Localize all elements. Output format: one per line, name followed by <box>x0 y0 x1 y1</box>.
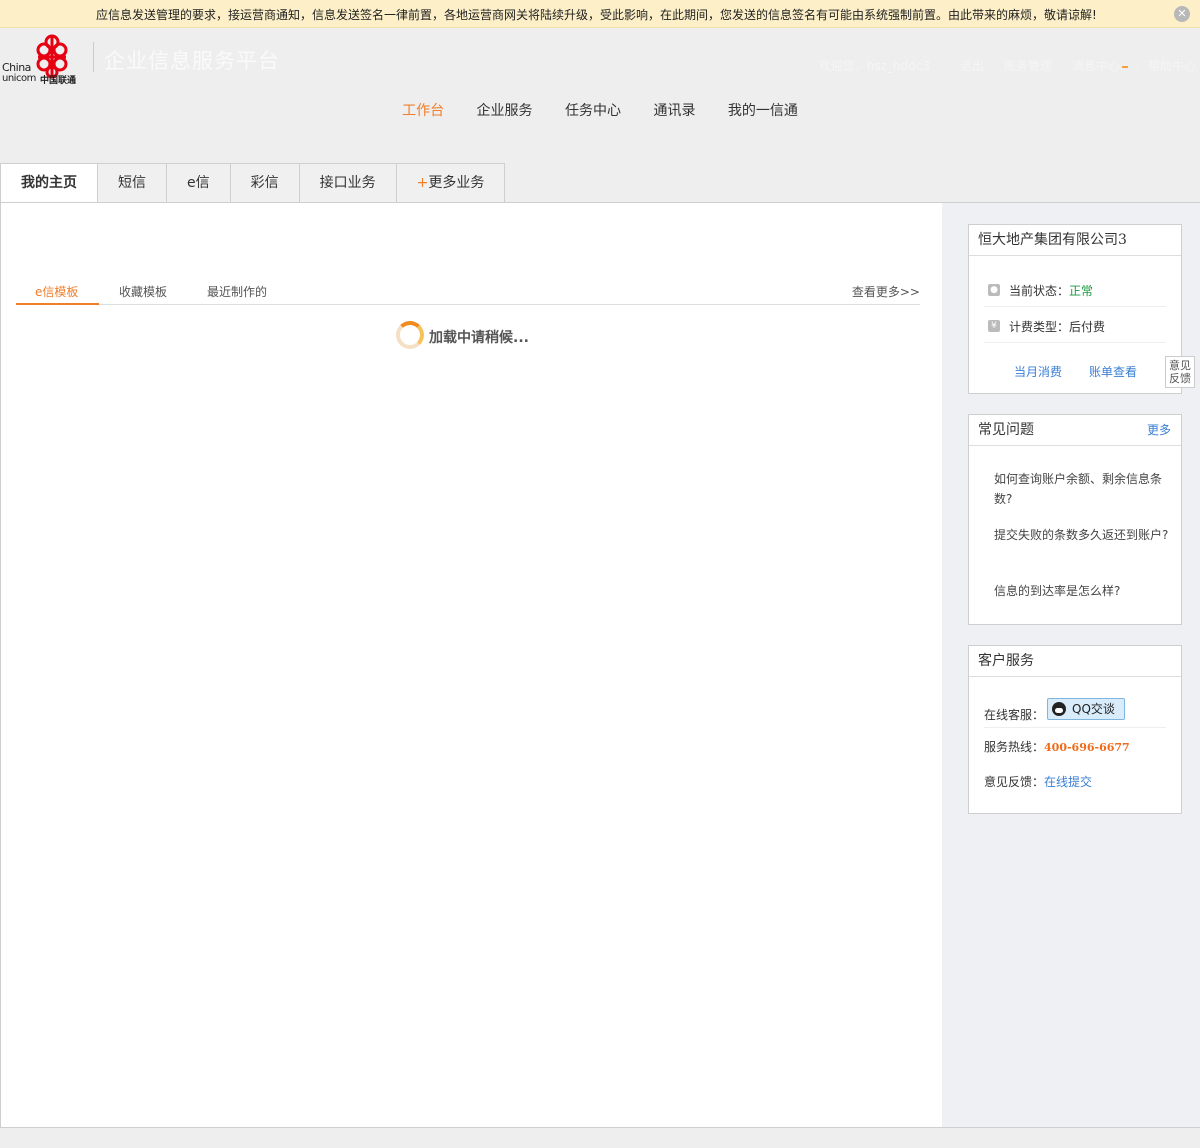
message-indicator-icon <box>1121 65 1128 68</box>
billing-management-link[interactable]: 账务管理 <box>1004 59 1052 73</box>
separator: | <box>1059 59 1064 73</box>
logo-text-en-2: unicom <box>2 73 36 84</box>
china-unicom-logo[interactable]: China unicom 中国联通 <box>0 34 84 86</box>
nav-contacts[interactable]: 通讯录 <box>653 100 695 120</box>
billing-label: 计费类型： <box>1009 320 1070 334</box>
view-bill-link[interactable]: 账单查看 <box>1089 363 1137 380</box>
top-links: 欢迎您，hsz_hddc3 退出 | 账务管理 | 消息中心 | 帮助中心 <box>819 57 1196 74</box>
tab-api-service[interactable]: 接口业务 <box>299 163 397 203</box>
subtab-favorite-templates[interactable]: 收藏模板 <box>119 283 167 300</box>
subtab-exin-templates[interactable]: e信模板 <box>35 283 78 300</box>
status-value: 正常 <box>1069 284 1094 298</box>
message-center-link[interactable]: 消息中心 <box>1072 59 1120 73</box>
tab-more-services[interactable]: +更多业务 <box>396 163 506 203</box>
spinner-icon <box>396 321 424 349</box>
nav-enterprise-service[interactable]: 企业服务 <box>477 100 533 120</box>
faq-item[interactable]: 提交失败的条数多久返还到账户? <box>994 525 1170 545</box>
service-tabs: 我的主页 短信 e信 彩信 接口业务 +更多业务 <box>0 163 506 203</box>
tab-mms[interactable]: 彩信 <box>230 163 300 203</box>
status-row: ● 当前状态：正常 <box>984 271 1166 307</box>
separator: | <box>991 59 996 73</box>
nav-workbench[interactable]: 工作台 <box>402 100 444 120</box>
logo-divider <box>93 42 94 72</box>
loading-text: 加载中请稍候... <box>429 330 529 346</box>
online-service-label: 在线客服： <box>984 708 1045 722</box>
faq-item[interactable]: 信息的到达率是怎么样? <box>994 581 1170 601</box>
qq-chat-label: QQ交谈 <box>1072 702 1115 716</box>
feedback-tab-line1: 意见 <box>1169 359 1191 372</box>
hotline-number: 400-696-6677 <box>1044 741 1130 754</box>
nav-my-yixintong[interactable]: 我的一信通 <box>728 100 798 120</box>
faq-card: 常见问题 更多 如何查询账户余额、剩余信息条数? 提交失败的条数多久返还到账户?… <box>968 414 1182 625</box>
logo-text-cn: 中国联通 <box>40 76 77 86</box>
tab-exin[interactable]: e信 <box>167 163 231 203</box>
divider <box>984 727 1166 728</box>
account-card: 恒大地产集团有限公司3 ● 当前状态：正常 ¥ 计费类型：后付费 当月消费 账单… <box>968 224 1182 394</box>
faq-more-link[interactable]: 更多 <box>1147 415 1171 445</box>
plus-icon: + <box>416 175 429 191</box>
tab-more-label: 更多业务 <box>428 175 485 191</box>
feedback-label: 意见反馈： <box>984 775 1045 789</box>
subtab-recent[interactable]: 最近制作的 <box>207 283 267 300</box>
faq-title: 常见问题 <box>978 422 1034 438</box>
service-title: 客户服务 <box>969 646 1181 677</box>
online-submit-link[interactable]: 在线提交 <box>1044 775 1092 789</box>
customer-service-card: 客户服务 在线客服： QQ交谈 服务热线：400-696-6677 意见反馈：在… <box>968 645 1182 814</box>
tab-my-home[interactable]: 我的主页 <box>0 163 98 203</box>
view-more-link[interactable]: 查看更多>> <box>852 283 920 300</box>
qq-chat-button[interactable]: QQ交谈 <box>1047 698 1125 720</box>
help-center-link[interactable]: 帮助中心 <box>1148 59 1196 73</box>
qq-penguin-icon <box>1052 702 1066 716</box>
hotline-label: 服务热线： <box>984 740 1045 754</box>
company-name: 恒大地产集团有限公司3 <box>969 225 1181 256</box>
monthly-consumption-link[interactable]: 当月消费 <box>1014 363 1062 380</box>
notice-text: 应信息发送管理的要求，接运营商通知，信息发送签名一律前置，各地运营商网关将陆续升… <box>96 8 1097 22</box>
billing-value: 后付费 <box>1069 320 1106 334</box>
feedback-side-tab[interactable]: 意见 反馈 <box>1165 356 1195 388</box>
tab-sms[interactable]: 短信 <box>98 163 167 203</box>
feedback-tab-line2: 反馈 <box>1169 372 1191 385</box>
active-subtab-underline <box>16 303 99 305</box>
separator: | <box>1135 59 1140 73</box>
yen-icon: ¥ <box>988 320 1000 332</box>
logout-link[interactable]: 退出 <box>960 59 984 73</box>
welcome-text: 欢迎您，hsz_hddc3 <box>818 59 930 73</box>
platform-title: 企业信息服务平台 <box>104 49 280 73</box>
template-subtabs: e信模板 收藏模板 最近制作的 查看更多>> <box>16 281 920 305</box>
main-nav: 工作台 企业服务 任务中心 通讯录 我的一信通 <box>0 100 1200 120</box>
close-icon[interactable]: ✕ <box>1174 6 1190 22</box>
faq-item[interactable]: 如何查询账户余额、剩余信息条数? <box>994 469 1170 509</box>
notice-bar: 应信息发送管理的要求，接运营商通知，信息发送签名一律前置，各地运营商网关将陆续升… <box>0 0 1200 28</box>
status-label: 当前状态： <box>1009 284 1070 298</box>
billing-row: ¥ 计费类型：后付费 <box>984 307 1166 343</box>
nav-task-center[interactable]: 任务中心 <box>565 100 621 120</box>
user-icon: ● <box>988 284 1000 296</box>
